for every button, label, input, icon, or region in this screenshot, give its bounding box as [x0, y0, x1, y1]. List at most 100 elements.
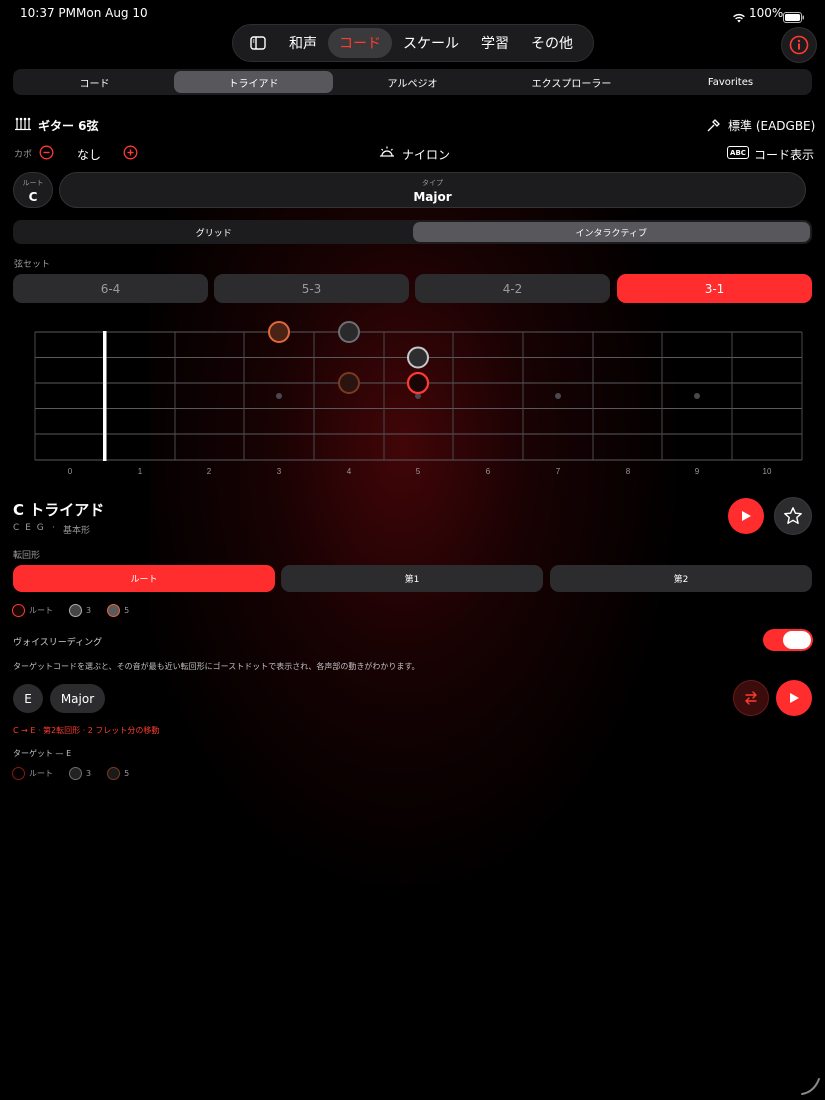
type-value: Major — [413, 190, 452, 204]
fret-marker — [694, 393, 700, 399]
target-label: ターゲット — E — [13, 749, 72, 758]
subtab-favorites[interactable]: Favorites — [651, 71, 810, 93]
voice-leading-toggle[interactable] — [763, 629, 813, 651]
star-icon — [784, 507, 802, 524]
battery-icon — [783, 8, 805, 27]
abc-icon: ABC — [727, 146, 749, 159]
tuning-selector[interactable]: 標準 (EADGBE) — [728, 117, 815, 134]
fret-number: 9 — [695, 467, 700, 476]
chord-form: 基本形 — [63, 526, 91, 536]
resize-handle-icon[interactable] — [800, 1076, 822, 1100]
legend-fifth-label: 5 — [124, 606, 130, 615]
sidebar-toggle-icon[interactable] — [238, 28, 278, 58]
root-value: C — [28, 190, 38, 204]
string-set-3-1[interactable]: 3-1 — [617, 274, 812, 303]
target-legend-fifth-dot — [107, 767, 121, 780]
status-time: 10:37 PM — [20, 6, 76, 20]
nav-tab-scales[interactable]: スケール — [392, 28, 470, 58]
sub-tab-bar: コード トライアド アルペジオ エクスプローラー Favorites — [13, 69, 812, 95]
type-selector[interactable]: タイプ Major — [59, 172, 806, 208]
subtab-explorer[interactable]: エクスプローラー — [492, 71, 651, 93]
guitar-icon — [14, 116, 32, 136]
target-legend-root-dot — [12, 767, 25, 780]
fret-number: 4 — [347, 467, 352, 476]
target-type-selector[interactable]: Major — [50, 684, 105, 713]
legend: ルート 3 5 — [12, 604, 129, 617]
nav-tab-more[interactable]: その他 — [520, 28, 584, 58]
inversion-second[interactable]: 第2 — [550, 565, 812, 592]
inversion-label: 転回形 — [13, 551, 41, 561]
chord-separator: · — [52, 523, 55, 533]
minus-circle-icon — [39, 145, 54, 160]
fret-number: 3 — [277, 467, 282, 476]
string-set-4-2[interactable]: 4-2 — [415, 274, 610, 303]
string-set-label: 弦セット — [14, 260, 51, 270]
fret-marker — [276, 393, 282, 399]
legend-third-dot — [69, 604, 82, 617]
nav-tab-harmony[interactable]: 和声 — [278, 28, 328, 58]
view-interactive-tab[interactable]: インタラクティブ — [412, 222, 810, 242]
fret-number: 7 — [556, 467, 561, 476]
fretboard[interactable]: 0 1 2 3 4 5 6 7 8 9 10 — [0, 315, 825, 485]
fret-number: 6 — [486, 467, 491, 476]
fret-number: 2 — [207, 467, 212, 476]
top-navigation: 和声 コード スケール 学習 その他 — [232, 24, 594, 62]
note-fifth — [268, 321, 290, 343]
root-selector[interactable]: ルート C — [13, 172, 53, 208]
swap-arrows-icon — [745, 691, 757, 705]
target-root-selector[interactable]: E — [13, 684, 43, 713]
target-legend-root-label: ルート — [29, 769, 53, 778]
favorite-button[interactable] — [774, 497, 812, 535]
voice-leading-description: ターゲットコードを選ぶと、その音が最も近い転回形にゴーストドットで表示され、各声… — [13, 662, 420, 671]
fret-number: 5 — [416, 467, 421, 476]
string-set-6-4[interactable]: 6-4 — [13, 274, 208, 303]
nav-tab-learn[interactable]: 学習 — [470, 28, 520, 58]
fret-marker — [555, 393, 561, 399]
chord-display-toggle[interactable]: コード表示 — [754, 146, 814, 163]
nav-tab-chords[interactable]: コード — [328, 28, 392, 58]
legend-third-label: 3 — [86, 606, 92, 615]
tuning-fork-icon — [706, 117, 722, 137]
sun-icon — [379, 145, 395, 165]
swap-chords-button[interactable] — [733, 680, 769, 716]
string-type-selector[interactable]: ナイロン — [402, 146, 450, 163]
fret-number: 1 — [138, 467, 143, 476]
target-legend-third-label: 3 — [86, 769, 92, 778]
fret-number: 10 — [763, 467, 772, 476]
note-third — [407, 346, 429, 369]
play-voice-leading-button[interactable] — [776, 680, 812, 716]
view-mode-segmented: グリッド インタラクティブ — [13, 220, 812, 244]
capo-label: カポ — [14, 150, 33, 160]
capo-increase-button[interactable] — [123, 145, 138, 164]
info-button[interactable] — [781, 27, 817, 63]
inversion-first[interactable]: 第1 — [281, 565, 543, 592]
target-legend-fifth-label: 5 — [124, 769, 130, 778]
plus-circle-icon — [123, 145, 138, 160]
legend-root-label: ルート — [29, 606, 53, 615]
capo-decrease-button[interactable] — [39, 145, 54, 164]
wifi-icon — [732, 8, 746, 27]
play-icon — [790, 693, 799, 703]
instrument-selector[interactable]: ギター 6弦 — [38, 117, 99, 134]
inversion-root[interactable]: ルート — [13, 565, 275, 592]
view-grid-tab[interactable]: グリッド — [15, 222, 413, 242]
type-label: タイプ — [422, 179, 443, 187]
play-chord-button[interactable] — [728, 498, 764, 534]
note-ghost-third — [338, 321, 360, 343]
status-date: Mon Aug 10 — [76, 6, 148, 20]
play-icon — [742, 511, 751, 521]
chord-notes: C E G — [13, 523, 46, 533]
note-ghost-fifth — [338, 372, 360, 394]
subtab-triads[interactable]: トライアド — [174, 71, 333, 93]
string-set-5-3[interactable]: 5-3 — [214, 274, 409, 303]
legend-root-dot — [12, 604, 25, 617]
chord-title: C トライアド — [13, 501, 105, 519]
voice-leading-label: ヴォイスリーディング — [13, 638, 103, 648]
subtab-arpeggios[interactable]: アルペジオ — [333, 71, 492, 93]
battery-percent: 100% — [749, 6, 784, 20]
fretboard-nut — [103, 331, 107, 461]
root-label: ルート — [22, 179, 44, 187]
fret-number: 0 — [68, 467, 73, 476]
voice-leading-movement: C → E · 第2転回形 · 2 フレット分の移動 — [13, 726, 160, 735]
subtab-chords[interactable]: コード — [15, 71, 174, 93]
